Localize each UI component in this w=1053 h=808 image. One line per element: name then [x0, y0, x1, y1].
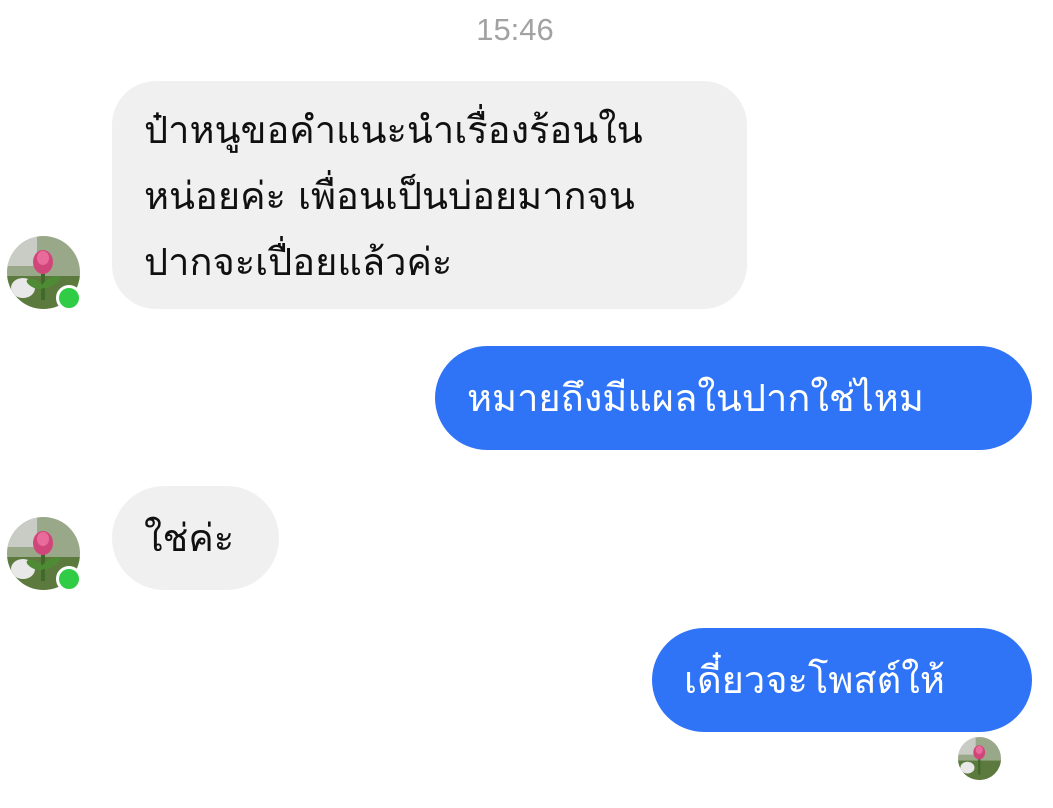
chat-thread[interactable]: 15:46 ป๋าหนูขอคำแนะนำเรื่องร้อนใน หน่อยค…	[0, 0, 1053, 808]
online-status-dot	[56, 285, 82, 311]
outgoing-message-bubble[interactable]: เดี๋ยวจะโพสต์ให้	[652, 628, 1032, 732]
online-status-dot	[56, 566, 82, 592]
message-timestamp: 15:46	[476, 12, 554, 47]
seen-avatar-icon	[958, 737, 1001, 780]
incoming-message-bubble[interactable]: ใช่ค่ะ	[112, 486, 279, 590]
outgoing-message-bubble[interactable]: หมายถึงมีแผลในปากใช่ไหม	[435, 346, 1032, 450]
flower-photo-icon	[958, 737, 1001, 780]
incoming-message-bubble[interactable]: ป๋าหนูขอคำแนะนำเรื่องร้อนใน หน่อยค่ะ เพื…	[112, 81, 747, 309]
